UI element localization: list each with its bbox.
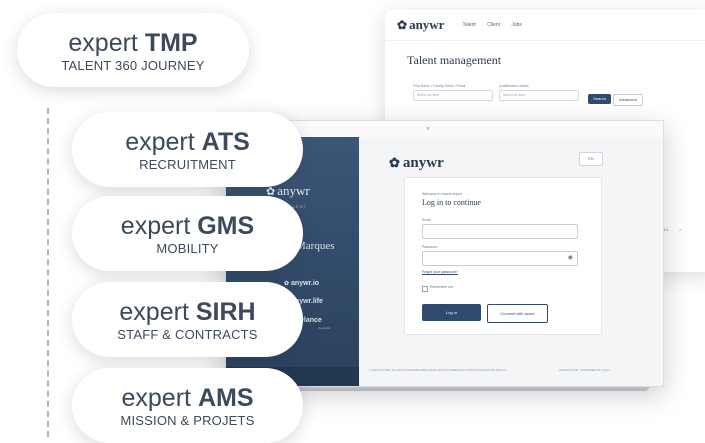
app-logo: ✿ anywr — [397, 17, 445, 32]
nav-client[interactable]: Client — [487, 22, 500, 28]
close-icon[interactable]: ✕ — [426, 126, 430, 132]
login-logo: ✿ anywr — [389, 155, 444, 171]
pill-subtitle: MISSION & PROJETS — [120, 413, 255, 428]
page-title: Talent management — [407, 53, 502, 67]
search-button[interactable]: Search — [588, 94, 611, 104]
pill-expert-tmp: expert TMP TALENT 360 JOURNEY — [17, 13, 249, 87]
pill-subtitle: MOBILITY — [156, 241, 219, 256]
nav-jobs[interactable]: Jobs — [511, 22, 522, 28]
status-filter: Qualification status Select an item — [499, 84, 579, 101]
eye-icon[interactable]: ◉ — [568, 255, 573, 261]
pill-expert-sirh: expert SIRH STAFF & CONTRACTS — [72, 282, 303, 357]
pill-title: expert AMS — [121, 384, 254, 412]
timeline-dashed-line — [47, 108, 49, 437]
pill-subtitle: TALENT 360 JOURNEY — [61, 58, 205, 73]
link-subtitle: by anywr — [318, 326, 331, 330]
language-select[interactable]: EN — [579, 152, 603, 166]
name-filter: First Name / Family Name / Email Select … — [413, 84, 493, 101]
pill-title: expert TMP — [68, 29, 198, 57]
advanced-button[interactable]: Advanced — [613, 94, 643, 106]
pill-title: expert GMS — [120, 212, 255, 240]
pill-expert-ams: expert AMS MISSION & PROJETS — [72, 368, 303, 443]
remember-me-checkbox[interactable] — [422, 286, 428, 292]
logo-mark-icon: ✿ — [397, 18, 408, 32]
next-page-icon[interactable]: > — [679, 227, 681, 232]
forgot-password-link[interactable]: Forgot your password? — [422, 270, 458, 274]
footer-legal: © 2023 ANYWR. ALL RIGHTS RESERVED LEGAL … — [369, 368, 507, 372]
login-area: ✿ anywr EN Welcome to expert expert Log i… — [359, 137, 663, 386]
name-filter-label: First Name / Family Name / Email — [413, 84, 466, 88]
pill-expert-ats: expert ATS RECRUITMENT — [72, 112, 303, 187]
email-label: Email — [422, 218, 431, 222]
pill-subtitle: STAFF & CONTRACTS — [117, 327, 258, 342]
login-title: Log in to continue — [422, 198, 481, 207]
password-field[interactable]: ◉ — [422, 251, 578, 266]
top-nav: Talent Client Jobs — [462, 22, 531, 28]
password-label: Password — [422, 245, 438, 249]
name-filter-input[interactable]: Select an item — [413, 90, 493, 101]
login-footer: © 2023 ANYWR. ALL RIGHTS RESERVED LEGAL … — [369, 368, 659, 372]
pill-expert-gms: expert GMS MOBILITY — [72, 196, 303, 271]
welcome-text: Welcome to expert expert — [422, 192, 462, 196]
status-filter-label: Qualification status — [499, 84, 529, 88]
top-bar: ✿ anywr Talent Client Jobs — [385, 10, 705, 41]
sso-button[interactable]: Connect with azure — [487, 304, 548, 323]
login-card: Welcome to expert expert Log in to conti… — [404, 177, 602, 335]
pill-subtitle: RECRUITMENT — [139, 157, 236, 172]
login-button[interactable]: Log in — [422, 304, 481, 321]
page-link[interactable]: 14 — [663, 227, 667, 232]
status-filter-select[interactable]: Select an item — [499, 90, 579, 101]
filters: First Name / Family Name / Email Select … — [413, 84, 579, 101]
link-icon: ✿ — [284, 281, 290, 287]
footer-assistance: ASSISTANCE · POWERED BY anywr — [559, 368, 610, 372]
pill-title: expert ATS — [125, 128, 250, 156]
link-anywr-io[interactable]: ✿ anywr.io — [284, 280, 319, 287]
logo-mark-icon: ✿ — [389, 155, 400, 170]
nav-talent[interactable]: Talent — [462, 22, 475, 28]
remember-me-label: Remember me — [430, 285, 454, 289]
email-field[interactable] — [422, 224, 578, 239]
pill-title: expert SIRH — [119, 298, 256, 326]
